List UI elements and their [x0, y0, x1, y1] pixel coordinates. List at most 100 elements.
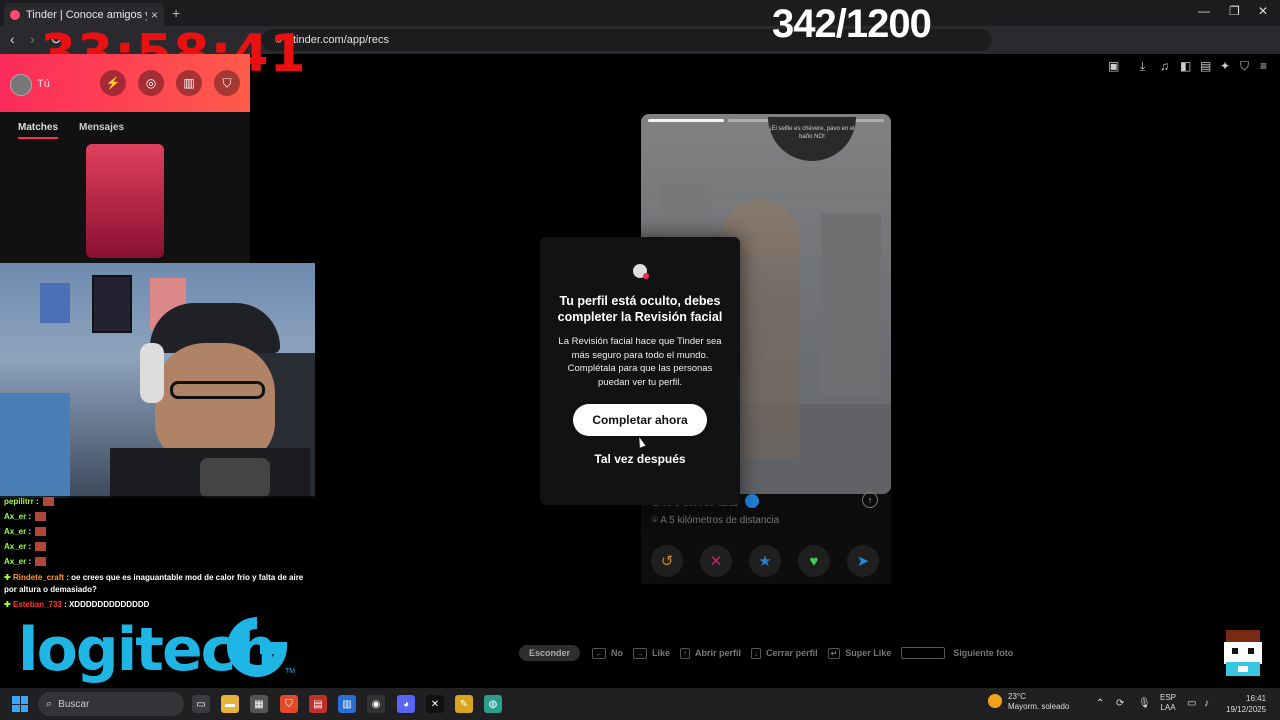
- chat-username: Ax_er: [4, 542, 27, 551]
- shortcut-item: ↓ Cerrar perfil: [751, 647, 818, 659]
- chat-username: pepilitrr: [4, 497, 34, 506]
- headphones: [140, 343, 164, 403]
- globe-app-icon[interactable]: ◍: [484, 695, 502, 713]
- vpn-shield-icon[interactable]: ⛉: [1240, 59, 1249, 74]
- clock-date: 19/12/2025: [1226, 705, 1267, 714]
- tinder-favicon-icon: [10, 9, 20, 20]
- store-icon[interactable]: ▦: [250, 695, 268, 713]
- chat-message: Ax_er :: [4, 556, 312, 568]
- shield-icon[interactable]: ⛉: [214, 70, 240, 96]
- network-icon[interactable]: ▭: [1187, 698, 1196, 709]
- key-enter-icon: ↵: [827, 647, 841, 659]
- tab-title: Tinder | Conoce amigos y gente: [26, 8, 147, 21]
- match-card[interactable]: [86, 144, 164, 258]
- capcut-icon[interactable]: ✕: [426, 695, 444, 713]
- search-placeholder: Buscar: [58, 698, 90, 710]
- emote-icon: [35, 542, 47, 552]
- streamer-face: [155, 343, 275, 463]
- glasses: [170, 381, 265, 399]
- explore-icon[interactable]: ◎: [138, 70, 164, 96]
- chat-username: Rindete_craft: [12, 573, 65, 582]
- emote-icon: [35, 557, 47, 567]
- tab-matches[interactable]: Matches: [18, 122, 59, 139]
- tab-mensajes[interactable]: Mensajes: [79, 122, 124, 133]
- stream-counter: 342/1200: [772, 2, 932, 46]
- windows-start-icon[interactable]: [12, 696, 28, 712]
- key-right-icon: →: [633, 647, 648, 659]
- hide-shortcuts-button[interactable]: Esconder: [519, 645, 581, 661]
- chat-text: XDDDDDDDDDDDDD: [68, 600, 150, 609]
- menu-icon[interactable]: ≡: [1260, 59, 1267, 73]
- chat-message: Ax_er :: [4, 541, 312, 553]
- boost-button[interactable]: ➤: [847, 545, 879, 577]
- profile-distance: ⌾ A 5 kilómetros de distancia: [652, 515, 779, 526]
- key-up-icon: ↑: [680, 647, 691, 659]
- sidebar-toggle-icon[interactable]: ◧: [1180, 59, 1191, 73]
- wall-poster: [40, 283, 70, 323]
- tinder-sidebar: Tú ⚡ ◎ ▥ ⛉ Matches Mensajes: [0, 54, 250, 264]
- boost-icon[interactable]: ⚡: [100, 70, 126, 96]
- shortcut-item: ↑ Abrir perfil: [680, 647, 741, 659]
- music-icon[interactable]: ♫: [1160, 59, 1169, 73]
- window-minimize-button[interactable]: —: [1198, 4, 1210, 18]
- wallet-icon[interactable]: ▤: [1200, 59, 1211, 73]
- maybe-later-button[interactable]: Tal vez después: [560, 452, 720, 466]
- file-explorer-icon[interactable]: ▬: [221, 695, 239, 713]
- complete-now-button[interactable]: Completar ahora: [573, 404, 707, 436]
- new-tab-button[interactable]: +: [172, 5, 180, 21]
- ai-sparkle-icon[interactable]: ✦: [1220, 59, 1230, 73]
- badge-icon: ✚: [4, 573, 11, 582]
- discord-icon[interactable]: ◕: [397, 695, 415, 713]
- back-arrow-icon[interactable]: ‹: [10, 31, 15, 47]
- briefcase-icon[interactable]: ▥: [176, 70, 202, 96]
- phone: [200, 458, 270, 498]
- tray-sync-icon[interactable]: ⟳: [1116, 698, 1124, 709]
- tab-close-icon[interactable]: ×: [151, 8, 158, 22]
- emote-icon: [35, 527, 47, 537]
- window-maximize-button[interactable]: ❐: [1229, 4, 1240, 18]
- obs-icon[interactable]: ◉: [367, 695, 385, 713]
- window-close-button[interactable]: ✕: [1258, 4, 1268, 18]
- taskbar-search[interactable]: ⌕ Buscar: [38, 692, 184, 716]
- volume-icon[interactable]: ♪: [1204, 698, 1209, 709]
- webcam-feed: [0, 263, 315, 498]
- stream-chat: pepilitrr : Ax_er : Ax_er : Ax_er : Ax_e…: [0, 496, 315, 614]
- star-icon: ★: [758, 553, 772, 570]
- task-view-icon[interactable]: ▭: [192, 695, 210, 713]
- nope-button[interactable]: ✕: [700, 545, 732, 577]
- avatar[interactable]: [10, 74, 32, 96]
- forward-arrow-icon[interactable]: ›: [30, 31, 35, 47]
- super-like-button[interactable]: ★: [749, 545, 781, 577]
- browser-tabbar: Tinder | Conoce amigos y gente × + — ❐ ✕: [0, 0, 1280, 26]
- rewind-button[interactable]: ↺: [651, 545, 683, 577]
- weather-widget[interactable]: 23°C Mayorm. soleado: [988, 692, 1069, 712]
- language-code: ESP: [1160, 693, 1177, 702]
- language-indicator[interactable]: ESP LAA: [1160, 693, 1176, 713]
- sun-icon: [988, 694, 1002, 708]
- logitech-g-logo: [227, 617, 287, 677]
- screenshot-icon[interactable]: ▣: [1108, 59, 1119, 73]
- emote-icon: [42, 497, 54, 507]
- weather-desc: Mayorm. soleado: [1008, 702, 1070, 711]
- voicemod-icon[interactable]: ▤: [309, 695, 327, 713]
- modal-title: Tu perfil está oculto, debes completer l…: [557, 294, 723, 324]
- weather-temp: 23°C: [1008, 692, 1026, 701]
- brave-browser-icon[interactable]: ⛉: [280, 695, 298, 713]
- send-icon: ➤: [856, 553, 870, 570]
- key-space-icon: [901, 647, 946, 659]
- shortcut-item: ← No: [592, 647, 623, 659]
- sidebar-header: Tú ⚡ ◎ ▥ ⛉: [0, 54, 250, 112]
- rewind-icon: ↺: [660, 553, 674, 570]
- heart-icon: ♥: [809, 552, 819, 570]
- browser-tab[interactable]: Tinder | Conoce amigos y gente ×: [4, 3, 164, 26]
- chat-message: pepilitrr :: [4, 496, 312, 508]
- system-clock[interactable]: 16:41 19/12/2025: [1226, 693, 1266, 715]
- tray-chevron-up-icon[interactable]: ⌃: [1096, 698, 1104, 709]
- like-button[interactable]: ♥: [798, 545, 830, 577]
- pencil-app-icon[interactable]: ✎: [455, 695, 473, 713]
- notepad-icon[interactable]: ▥: [338, 695, 356, 713]
- microphone-icon[interactable]: 🎙: [1138, 698, 1151, 709]
- open-profile-button[interactable]: ↑: [862, 492, 878, 508]
- profile-label[interactable]: Tú: [37, 78, 50, 90]
- download-icon[interactable]: ⤓: [1140, 59, 1145, 74]
